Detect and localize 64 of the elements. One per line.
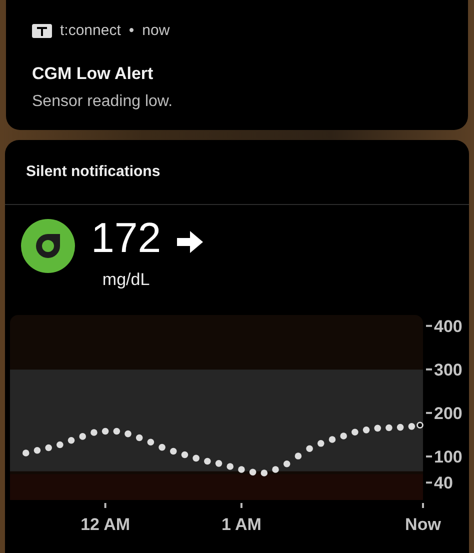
data-point xyxy=(294,452,302,460)
data-point xyxy=(260,470,268,476)
data-point xyxy=(374,424,382,432)
data-point xyxy=(226,463,234,470)
y-axis-label: 100 xyxy=(434,447,462,466)
x-axis-tick xyxy=(104,503,106,508)
data-point xyxy=(90,429,98,436)
data-point xyxy=(204,458,211,465)
app-icon xyxy=(32,24,52,38)
data-point xyxy=(79,433,86,440)
current-reading-point xyxy=(416,422,424,429)
data-point xyxy=(283,460,290,468)
data-point xyxy=(238,466,245,473)
data-point xyxy=(408,423,416,430)
data-point xyxy=(396,424,404,431)
trend-arrow-icon xyxy=(177,231,204,253)
glucose-value: 172 xyxy=(91,217,162,259)
data-point xyxy=(272,466,279,473)
separator-dot: • xyxy=(128,21,134,41)
y-axis-label: 400 xyxy=(434,316,462,336)
y-axis-tick xyxy=(426,455,432,458)
data-point xyxy=(328,436,336,443)
data-point xyxy=(170,448,177,455)
data-point xyxy=(102,428,109,435)
data-point xyxy=(124,430,132,438)
data-point xyxy=(306,445,313,452)
section-header: Silent notifications xyxy=(26,162,160,182)
data-point xyxy=(352,428,358,436)
data-point xyxy=(362,426,370,434)
x-axis-tick xyxy=(240,503,242,508)
y-axis-label: 40 xyxy=(434,474,453,493)
data-point xyxy=(56,441,64,448)
notification-card[interactable]: t:connect • now CGM Low Alert Sensor reading low. xyxy=(6,0,468,130)
data-point xyxy=(181,451,188,458)
data-point xyxy=(249,468,256,476)
y-axis-label: 200 xyxy=(434,404,462,423)
data-point xyxy=(68,436,75,444)
data-point xyxy=(317,440,324,447)
data-point xyxy=(192,454,200,462)
y-axis-tick xyxy=(426,482,432,484)
data-point xyxy=(147,438,154,446)
y-axis-tick xyxy=(426,412,432,414)
notification-title: CGM Low Alert xyxy=(32,62,154,84)
app-logo-icon xyxy=(21,219,75,273)
data-point xyxy=(113,428,120,435)
data-point xyxy=(34,446,41,454)
data-point xyxy=(136,434,143,442)
data-point xyxy=(215,460,222,467)
app-name: t:connect xyxy=(60,21,121,41)
x-axis-label: 12 AM xyxy=(80,515,130,534)
x-axis-label: 1 AM xyxy=(221,515,262,534)
data-point xyxy=(158,444,166,451)
data-point xyxy=(340,432,347,440)
y-axis-tick xyxy=(426,324,432,327)
data-point xyxy=(22,450,30,456)
data-point xyxy=(386,424,392,432)
data-point xyxy=(45,444,52,452)
notification-time: now xyxy=(142,21,170,41)
x-axis-label: Now xyxy=(405,515,441,534)
y-axis-label: 300 xyxy=(434,360,462,380)
y-axis-tick xyxy=(426,368,432,370)
glucose-unit: mg/dL xyxy=(102,269,150,291)
notification-text: Sensor reading low. xyxy=(32,92,174,112)
x-axis-tick xyxy=(422,503,424,508)
